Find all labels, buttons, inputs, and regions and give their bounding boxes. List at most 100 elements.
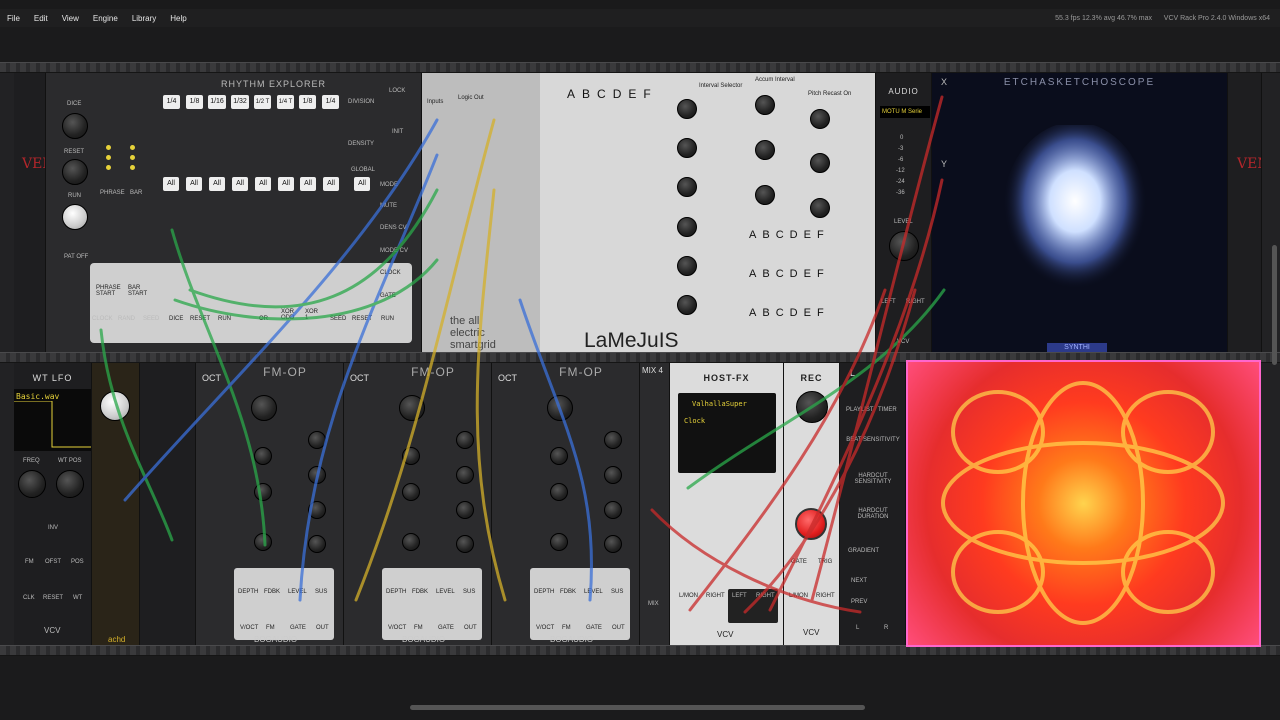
division-button-6[interactable]: 1/4 T <box>277 95 294 109</box>
division-button-7[interactable]: 1/8 <box>299 95 316 109</box>
accum-interval-label: Accum Interval <box>755 77 795 83</box>
rec-record-button[interactable] <box>795 508 827 540</box>
wt-pos-knob[interactable] <box>56 470 84 498</box>
letter-e: E <box>803 229 811 241</box>
dice-button[interactable] <box>62 113 88 139</box>
fdbk-in-label: FDBK <box>560 589 577 595</box>
audio-device-display[interactable]: MOTU M Serie <box>880 106 930 118</box>
audio-module[interactable]: AUDIO MOTU M Serie 0 -3 -6 -12 -24 -36 L… <box>876 73 932 352</box>
interval-knob-6[interactable] <box>677 295 697 315</box>
interval-knob-3[interactable] <box>677 177 697 197</box>
accum-knob-1[interactable] <box>755 95 775 115</box>
letter-b: B <box>762 229 770 241</box>
wt-display: Basic.wav <box>14 389 91 451</box>
fdbk-knob[interactable] <box>254 483 272 501</box>
depth-knob[interactable] <box>254 447 272 465</box>
menu-view[interactable]: View <box>55 14 86 23</box>
venom-blank-left[interactable]: VENOM <box>14 73 46 352</box>
freq-knob[interactable] <box>18 470 46 498</box>
all-button-3[interactable]: All <box>209 177 225 191</box>
rel-knob[interactable] <box>456 535 474 553</box>
wt-lfo-module[interactable]: WT LFO Basic.wav FREQ WT POS INV FM OFST… <box>14 363 92 645</box>
menu-edit[interactable]: Edit <box>27 14 55 23</box>
reset-button[interactable] <box>62 159 88 185</box>
att-knob[interactable] <box>456 431 474 449</box>
dec-knob[interactable] <box>604 466 622 484</box>
fm-op-freq-knob[interactable] <box>547 395 573 421</box>
all-button-global[interactable]: All <box>354 177 370 191</box>
audio-level-knob[interactable] <box>889 231 919 261</box>
interval-knob-2[interactable] <box>677 138 697 158</box>
interval-knob-4[interactable] <box>677 217 697 237</box>
level-knob[interactable] <box>402 533 420 551</box>
fdbk-knob[interactable] <box>402 483 420 501</box>
fm-op-freq-knob[interactable] <box>399 395 425 421</box>
dec-knob[interactable] <box>308 466 326 484</box>
rel-knob[interactable] <box>604 535 622 553</box>
achd-module[interactable]: achd <box>92 363 140 645</box>
pos-label: POS <box>71 559 84 565</box>
milkdrop-visualization[interactable] <box>906 360 1261 647</box>
sus-knob[interactable] <box>456 501 474 519</box>
att-knob[interactable] <box>604 431 622 449</box>
wt-file-name[interactable]: Basic.wav <box>16 392 59 401</box>
all-button-2[interactable]: All <box>186 177 202 191</box>
rec-module[interactable]: REC GATE TRIG L/MON RIGHT VCV <box>784 363 840 645</box>
depth-knob[interactable] <box>550 447 568 465</box>
depth-knob[interactable] <box>402 447 420 465</box>
pitch-knob-3[interactable] <box>810 198 830 218</box>
division-button-5[interactable]: 1/2 T <box>254 95 271 109</box>
sus-knob[interactable] <box>308 501 326 519</box>
gate-in-label: GATE <box>438 625 454 631</box>
rec-gain-knob[interactable] <box>796 391 828 423</box>
horizontal-scrollbar[interactable] <box>410 705 865 710</box>
fm-op-module-3[interactable]: OCT FM-OP DEPTH FDBK LEVEL SUS V/OCT FM … <box>492 363 640 645</box>
fm-op-freq-knob[interactable] <box>251 395 277 421</box>
interval-knob-5[interactable] <box>677 256 697 276</box>
rhythm-explorer-module[interactable]: RHYTHM EXPLORER DICE RESET RUN PAT OFF P… <box>46 73 422 352</box>
menu-help[interactable]: Help <box>163 14 193 23</box>
fdbk-knob[interactable] <box>550 483 568 501</box>
level-knob[interactable] <box>254 533 272 551</box>
run-button[interactable] <box>62 204 88 230</box>
all-button-5[interactable]: All <box>255 177 271 191</box>
pitch-knob-1[interactable] <box>810 109 830 129</box>
att-knob[interactable] <box>308 431 326 449</box>
host-fx-plugin-name[interactable]: ValhallaSuper <box>692 400 747 408</box>
all-button-7[interactable]: All <box>300 177 316 191</box>
menu-file[interactable]: File <box>0 14 27 23</box>
smartgrid-module[interactable] <box>422 73 540 352</box>
level-knob[interactable] <box>550 533 568 551</box>
division-button-2[interactable]: 1/8 <box>186 95 203 109</box>
fm-op-module-2[interactable]: OCT FM-OP DEPTH FDBK LEVEL SUS V/OCT FM … <box>344 363 492 645</box>
division-button-4[interactable]: 1/32 <box>231 95 249 109</box>
milkrack-module[interactable]: L PLAYLIST TIMER BEAT SENSITIVITY HARDCU… <box>840 363 906 645</box>
rel-knob[interactable] <box>308 535 326 553</box>
vertical-scrollbar[interactable] <box>1272 245 1277 365</box>
all-button-6[interactable]: All <box>278 177 294 191</box>
accum-knob-3[interactable] <box>755 185 775 205</box>
dec-knob[interactable] <box>456 466 474 484</box>
pitch-knob-2[interactable] <box>810 153 830 173</box>
mix4-module[interactable]: MIX 4 MIX <box>640 363 670 645</box>
sus-knob[interactable] <box>604 501 622 519</box>
host-fx-display[interactable]: ValhallaSuper Clock <box>678 393 776 473</box>
audio-level-label: LEVEL <box>894 219 913 225</box>
menu-engine[interactable]: Engine <box>86 14 125 23</box>
fm-op-module-1[interactable]: OCT FM-OP DEPTH FDBK LEVEL SUS V/OCT FM … <box>196 363 344 645</box>
seq-module[interactable] <box>140 363 196 645</box>
interval-knob-1[interactable] <box>677 99 697 119</box>
division-button-1[interactable]: 1/4 <box>163 95 180 109</box>
division-button-3[interactable]: 1/16 <box>208 95 226 109</box>
lamejuls-module[interactable]: Inputs Logic Out the all electric smartg… <box>422 73 876 352</box>
all-button-8[interactable]: All <box>323 177 339 191</box>
accum-knob-2[interactable] <box>755 140 775 160</box>
all-button-1[interactable]: All <box>163 177 179 191</box>
host-fx-module[interactable]: HOST-FX ValhallaSuper Clock L/MON RIGHT … <box>670 363 784 645</box>
menu-library[interactable]: Library <box>125 14 163 23</box>
achd-knob[interactable] <box>100 391 130 421</box>
venom-blank-right[interactable]: VENOM <box>1228 73 1262 352</box>
all-button-4[interactable]: All <box>232 177 248 191</box>
division-button-8[interactable]: 1/4 <box>322 95 339 109</box>
run-out-label: RUN <box>381 316 394 322</box>
